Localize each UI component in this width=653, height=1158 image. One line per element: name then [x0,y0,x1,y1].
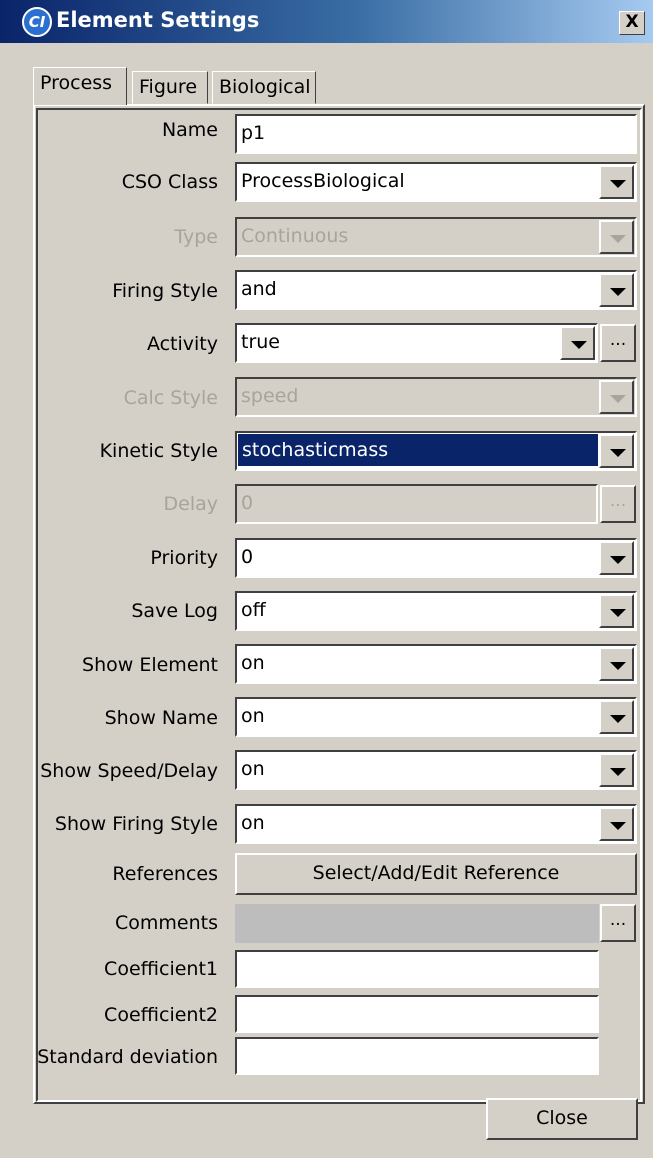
show-firing-style-select[interactable]: on [235,804,637,844]
cso-class-select[interactable]: ProcessBiological [235,162,637,202]
show-element-select[interactable]: on [235,644,637,684]
tab-biological[interactable]: Biological [212,71,316,104]
firing-style-label: Firing Style [112,280,218,302]
chevron-down-icon[interactable] [599,594,634,628]
comments-label: Comments [115,912,218,934]
show-name-label: Show Name [104,707,218,729]
kinetic-style-select[interactable]: stochasticmass [235,431,637,471]
cso-class-value: ProcessBiological [241,170,405,192]
app-icon: CI [22,7,52,37]
show-speed-delay-value: on [241,758,265,780]
save-log-select[interactable]: off [235,591,637,631]
show-name-select[interactable]: on [235,697,637,737]
name-value: p1 [241,122,266,144]
chevron-down-icon [599,380,634,414]
kinetic-style-value: stochasticmass [238,434,598,466]
window-title: Element Settings [56,8,260,32]
kinetic-style-label: Kinetic Style [99,440,218,462]
chevron-down-icon[interactable] [599,434,634,468]
calc-style-label: Calc Style [123,387,218,409]
delay-value: 0 [241,492,254,514]
coefficient2-label: Coefficient2 [104,1004,218,1026]
chevron-down-icon[interactable] [599,647,634,681]
chevron-down-icon[interactable] [599,807,634,841]
select-add-edit-reference-button[interactable]: Select/Add/Edit Reference [235,853,637,895]
chevron-down-icon[interactable] [599,165,634,199]
priority-label: Priority [150,547,218,569]
type-label: Type [174,226,218,248]
name-label: Name [161,119,218,141]
chevron-down-icon[interactable] [599,273,634,307]
comments-field[interactable] [235,904,599,943]
show-speed-delay-select[interactable]: on [235,750,637,790]
activity-label: Activity [146,333,218,355]
type-select: Continuous [235,217,637,257]
calc-style-select: speed [235,377,637,417]
show-firing-style-label: Show Firing Style [54,813,218,835]
activity-ellipsis-button[interactable]: ... [600,324,636,362]
priority-value: 0 [241,546,254,568]
comments-ellipsis-button[interactable]: ... [600,904,636,942]
chevron-down-icon[interactable] [599,541,634,575]
coefficient1-input[interactable] [235,950,599,988]
title-bar: CI Element Settings X [0,0,653,43]
show-element-value: on [241,652,265,674]
tab-process[interactable]: Process [33,67,127,105]
show-element-label: Show Element [82,654,218,676]
delay-field: 0 [235,484,598,524]
name-field[interactable]: p1 [235,114,637,154]
standard-deviation-input[interactable] [235,1037,599,1075]
delay-ellipsis-button: ... [600,485,636,523]
firing-style-value: and [241,278,277,300]
show-firing-style-value: on [241,812,265,834]
type-value: Continuous [241,225,349,247]
close-window-button[interactable]: X [619,11,645,35]
calc-style-value: speed [241,385,299,407]
chevron-down-icon[interactable] [599,753,634,787]
activity-value: true [241,331,280,353]
cso-class-label: CSO Class [121,171,218,193]
save-log-label: Save Log [131,600,218,622]
firing-style-select[interactable]: and [235,270,637,310]
tab-figure[interactable]: Figure [132,71,208,104]
close-button[interactable]: Close [486,1098,638,1140]
delay-label: Delay [163,493,219,515]
show-speed-delay-label: Show Speed/Delay [40,760,218,782]
priority-select[interactable]: 0 [235,538,637,578]
standard-deviation-label: Standard deviation [37,1046,218,1068]
chevron-down-icon[interactable] [560,326,595,360]
activity-select[interactable]: true [235,323,598,363]
save-log-value: off [241,599,266,621]
chevron-down-icon [599,220,634,254]
coefficient2-input[interactable] [235,995,599,1033]
show-name-value: on [241,705,265,727]
coefficient1-label: Coefficient1 [104,958,218,980]
references-label: References [112,863,218,885]
chevron-down-icon[interactable] [599,700,634,734]
